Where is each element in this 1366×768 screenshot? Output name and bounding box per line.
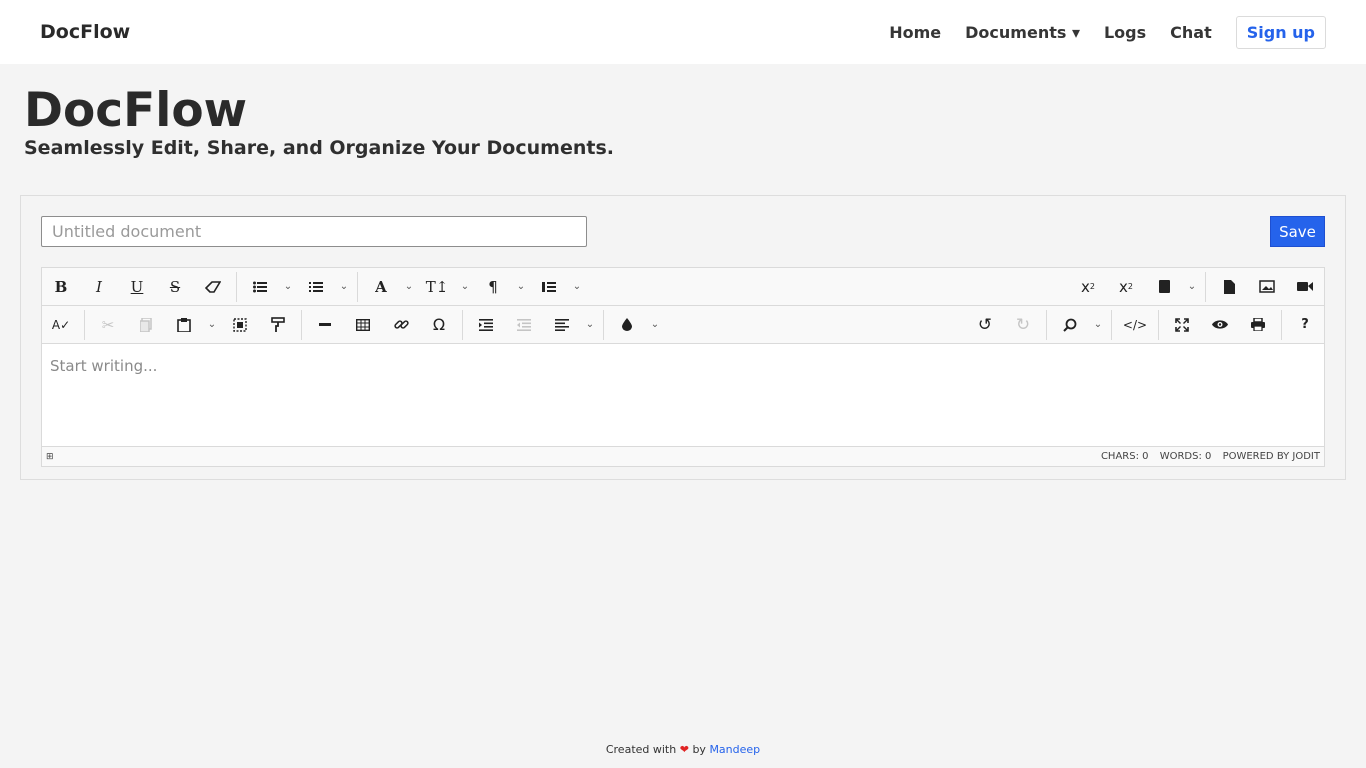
author-link[interactable]: Mandeep bbox=[709, 743, 760, 756]
toolbar-divider bbox=[1111, 309, 1112, 340]
eraser-icon[interactable] bbox=[194, 270, 232, 304]
align-left-icon[interactable] bbox=[543, 308, 581, 342]
superscript-icon[interactable]: x2 bbox=[1069, 270, 1107, 304]
toolbar-divider bbox=[357, 271, 358, 302]
toolbar-divider bbox=[603, 309, 604, 340]
image-icon[interactable] bbox=[1248, 270, 1286, 304]
top-navbar: DocFlow Home Documents ▾ Logs Chat Sign … bbox=[0, 0, 1366, 64]
chevron-down-icon[interactable]: ⌄ bbox=[335, 270, 353, 304]
file-icon[interactable] bbox=[1145, 270, 1183, 304]
nav-logs[interactable]: Logs bbox=[1104, 23, 1146, 42]
outdent-icon[interactable] bbox=[505, 308, 543, 342]
format-painter-icon[interactable] bbox=[259, 308, 297, 342]
text-color-icon[interactable] bbox=[608, 308, 646, 342]
toolbar-divider bbox=[301, 309, 302, 340]
char-count: CHARS: 0 bbox=[1100, 451, 1149, 462]
rich-text-editor: B I U S ⌄ ⌄ A ⌄ T↥ ⌄ ¶ ⌄ ⌄ x 2 x 2 ⌄ A✓ … bbox=[41, 267, 1325, 467]
nav-links: Home Documents ▾ Logs Chat Sign up bbox=[865, 15, 1326, 49]
toolbar-divider bbox=[1281, 309, 1282, 340]
redo-icon[interactable]: ↻ bbox=[1004, 308, 1042, 342]
print-icon[interactable] bbox=[1239, 308, 1277, 342]
cut-icon[interactable]: ✂ bbox=[89, 308, 127, 342]
hero: DocFlow Seamlessly Edit, Share, and Orga… bbox=[24, 84, 614, 160]
toolbar-row-1: B I U S ⌄ ⌄ A ⌄ T↥ ⌄ ¶ ⌄ ⌄ x 2 x 2 ⌄ bbox=[42, 268, 1324, 306]
numbered-list-icon[interactable] bbox=[297, 270, 335, 304]
editor-status-bar: ⊞ CHARS: 0 WORDS: 0 POWERED BY JODIT bbox=[42, 446, 1324, 466]
document-panel: Save B I U S ⌄ ⌄ bbox=[20, 195, 1346, 480]
video-icon[interactable] bbox=[1286, 270, 1324, 304]
editor-content-area[interactable]: Start writing... bbox=[42, 345, 1324, 446]
chevron-down-icon[interactable]: ⌄ bbox=[279, 270, 297, 304]
special-char-icon[interactable]: Ω bbox=[420, 308, 458, 342]
paste-icon[interactable] bbox=[165, 308, 203, 342]
word-count: WORDS: 0 bbox=[1159, 451, 1212, 462]
chevron-down-icon[interactable]: ⌄ bbox=[581, 308, 599, 342]
page-subtitle: Seamlessly Edit, Share, and Organize You… bbox=[24, 137, 614, 159]
bullet-list-icon[interactable] bbox=[241, 270, 279, 304]
toolbar-divider bbox=[1046, 309, 1047, 340]
chevron-down-icon[interactable]: ⌄ bbox=[1183, 270, 1201, 304]
font-size-icon[interactable]: T↥ bbox=[418, 270, 456, 304]
select-all-icon[interactable] bbox=[221, 308, 259, 342]
nav-documents-dropdown[interactable]: Documents ▾ bbox=[965, 23, 1080, 42]
spellcheck-icon[interactable]: A✓ bbox=[42, 308, 80, 342]
chevron-down-icon[interactable]: ⌄ bbox=[568, 270, 586, 304]
help-icon[interactable]: ? bbox=[1286, 308, 1324, 342]
chevron-down-icon[interactable]: ⌄ bbox=[203, 308, 221, 342]
toolbar-divider bbox=[1205, 271, 1206, 302]
chevron-down-icon[interactable]: ⌄ bbox=[646, 308, 664, 342]
search-icon[interactable] bbox=[1051, 308, 1089, 342]
heart-icon: ❤ bbox=[679, 743, 689, 756]
signup-button[interactable]: Sign up bbox=[1235, 15, 1326, 49]
subscript-icon[interactable]: x2 bbox=[1107, 270, 1145, 304]
indent-icon[interactable] bbox=[467, 308, 505, 342]
chevron-down-icon[interactable]: ⌄ bbox=[1089, 308, 1107, 342]
strikethrough-icon[interactable]: S bbox=[156, 270, 194, 304]
paragraph-icon[interactable]: ¶ bbox=[474, 270, 512, 304]
resize-handle-icon[interactable]: ⊞ bbox=[46, 452, 54, 462]
brand-logo[interactable]: DocFlow bbox=[40, 21, 130, 43]
powered-by-link[interactable]: POWERED BY JODIT bbox=[1223, 451, 1320, 462]
document-icon[interactable] bbox=[1210, 270, 1248, 304]
undo-icon[interactable]: ↺ bbox=[966, 308, 1004, 342]
save-button[interactable]: Save bbox=[1270, 216, 1325, 247]
footer-by: by bbox=[692, 743, 706, 756]
chevron-down-icon[interactable]: ⌄ bbox=[512, 270, 530, 304]
toolbar-divider bbox=[236, 271, 237, 302]
toolbar-divider bbox=[84, 309, 85, 340]
line-height-icon[interactable] bbox=[530, 270, 568, 304]
footer-prefix: Created with bbox=[605, 743, 677, 756]
document-title-input[interactable] bbox=[41, 216, 587, 247]
chevron-down-icon[interactable]: ⌄ bbox=[456, 270, 474, 304]
toolbar-row-2: A✓ ✂ ⌄ Ω ⌄ ⌄ ↺ ↻ ⌄ </> ? bbox=[42, 306, 1324, 344]
fullscreen-icon[interactable] bbox=[1163, 308, 1201, 342]
bold-icon[interactable]: B bbox=[42, 270, 80, 304]
footer: Created with ❤ by Mandeep bbox=[0, 743, 1366, 756]
copy-icon[interactable] bbox=[127, 308, 165, 342]
underline-icon[interactable]: U bbox=[118, 270, 156, 304]
table-icon[interactable] bbox=[344, 308, 382, 342]
nav-home[interactable]: Home bbox=[889, 23, 941, 42]
font-icon[interactable]: A bbox=[362, 270, 400, 304]
source-code-icon[interactable]: </> bbox=[1116, 308, 1154, 342]
italic-icon[interactable]: I bbox=[80, 270, 118, 304]
preview-eye-icon[interactable] bbox=[1201, 308, 1239, 342]
toolbar-divider bbox=[462, 309, 463, 340]
page-title: DocFlow bbox=[24, 83, 248, 138]
toolbar-divider bbox=[1158, 309, 1159, 340]
horizontal-rule-icon[interactable] bbox=[306, 308, 344, 342]
chevron-down-icon[interactable]: ⌄ bbox=[400, 270, 418, 304]
link-icon[interactable] bbox=[382, 308, 420, 342]
nav-chat[interactable]: Chat bbox=[1170, 23, 1212, 42]
